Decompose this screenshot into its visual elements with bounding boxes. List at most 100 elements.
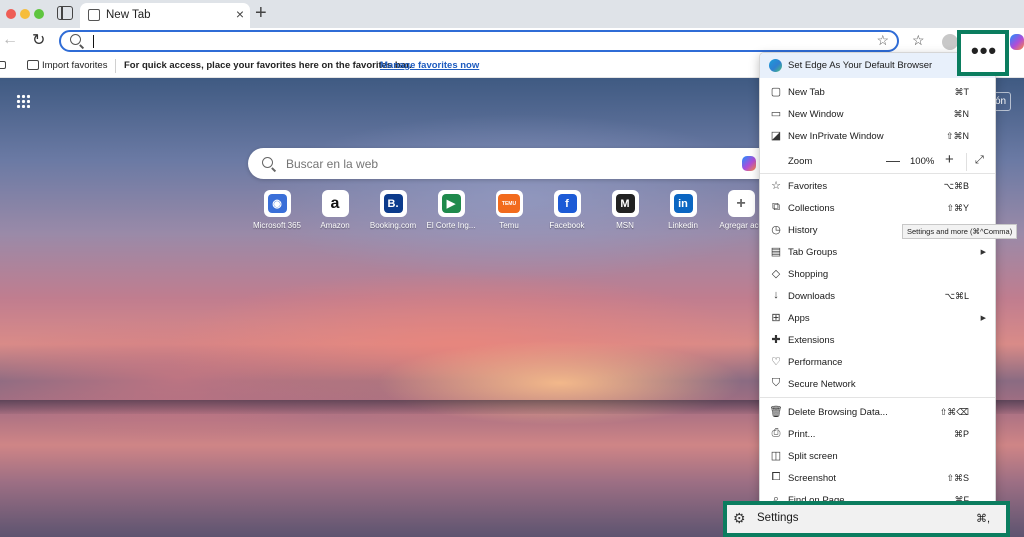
quick-link-item[interactable]: in Linkedin xyxy=(654,190,712,230)
menu-item-new-tab[interactable]: ▢ New Tab ⌘T xyxy=(760,82,995,104)
settings-and-more-button[interactable]: ••• xyxy=(957,30,1009,76)
menu-item-screenshot[interactable]: ⧠ Screenshot ⇧⌘S xyxy=(760,468,995,490)
zoom-divider xyxy=(966,153,967,171)
quick-link-item[interactable]: M MSN xyxy=(596,190,654,230)
copilot-icon[interactable] xyxy=(1010,34,1024,50)
menu-item-new-window[interactable]: ▭ New Window ⌘N xyxy=(760,104,995,126)
menu-item-downloads[interactable]: ↓ Downloads ⌥⌘L xyxy=(760,286,995,308)
new-tab-icon: ▢ xyxy=(770,86,782,98)
zoom-level: 100% xyxy=(910,156,935,167)
quick-link-tile[interactable]: ▶ xyxy=(437,190,465,217)
quick-link-item[interactable]: a Amazon xyxy=(306,190,364,230)
menu-item-new-inprivate[interactable]: ◪ New InPrivate Window ⇧⌘N xyxy=(760,126,995,148)
close-tab-icon[interactable]: × xyxy=(236,6,244,22)
back-button[interactable]: ← xyxy=(2,31,18,49)
fullscreen-icon[interactable]: ⤢ xyxy=(975,154,984,167)
quick-link-logo-icon: ◉ xyxy=(267,194,287,213)
favorites-icon[interactable]: ☆ xyxy=(912,32,925,49)
tab-strip: New Tab × + xyxy=(0,0,1024,28)
split-screen-icon: ◫ xyxy=(770,450,782,462)
menu-item-favorites[interactable]: ☆ Favorites ⌥⌘B xyxy=(760,176,995,198)
quick-link-item[interactable]: TEMU Temu xyxy=(480,190,538,230)
print-icon: ⎙ xyxy=(771,427,781,439)
menu-divider xyxy=(760,173,995,174)
set-default-browser-label: Set Edge As Your Default Browser xyxy=(788,60,933,71)
quick-link-logo-icon: M xyxy=(615,194,635,213)
quick-link-label: Facebook xyxy=(549,221,585,230)
shopping-icon: ◇ xyxy=(771,268,781,280)
new-tab-button[interactable]: + xyxy=(255,2,267,25)
menu-item-split-screen[interactable]: ◫ Split screen xyxy=(760,446,995,468)
web-search-box[interactable] xyxy=(248,148,778,179)
reload-button[interactable]: ↻ xyxy=(32,30,45,50)
menu-item-label: Tab Groups xyxy=(788,247,838,258)
quick-link-label: Booking.com xyxy=(369,221,417,230)
quick-link-item[interactable]: ◉ Microsoft 365 xyxy=(248,190,306,230)
menu-item-label: Favorites xyxy=(788,181,828,192)
web-search-icon xyxy=(262,157,273,168)
manage-favorites-link[interactable]: Manage favorites now xyxy=(380,60,479,71)
favorites-folder-icon[interactable] xyxy=(0,61,6,69)
address-bar[interactable]: ☆ xyxy=(59,30,899,52)
maximize-window-button[interactable] xyxy=(34,9,44,19)
tab-title: New Tab xyxy=(106,9,151,21)
quick-link-label: Microsoft 365 xyxy=(252,221,302,230)
new-window-icon: ▭ xyxy=(770,108,782,120)
collections-icon: ⧉ xyxy=(772,201,780,213)
quick-link-tile[interactable]: ◉ xyxy=(263,190,291,217)
menu-item-tab-groups[interactable]: ▤ Tab Groups ▶ xyxy=(760,242,995,264)
extensions-icon: ✚ xyxy=(771,334,781,346)
quick-link-logo-icon: a xyxy=(330,194,340,212)
menu-item-print[interactable]: ⎙ Print... ⌘P xyxy=(760,424,995,446)
quick-link-tile[interactable]: a xyxy=(321,190,349,217)
downloads-icon: ↓ xyxy=(773,289,779,301)
apps-icon: ⊞ xyxy=(771,312,781,324)
minimize-window-button[interactable] xyxy=(20,9,30,19)
import-favorites-button[interactable]: Import favorites xyxy=(42,60,107,71)
quick-link-item[interactable]: f Facebook xyxy=(538,190,596,230)
quick-link-item[interactable]: B. Booking.com xyxy=(364,190,422,230)
zoom-in-button[interactable]: + xyxy=(945,151,954,168)
web-search-input[interactable] xyxy=(286,156,726,172)
quick-link-item[interactable]: ▶ El Corte Ing... xyxy=(422,190,480,230)
menu-item-shopping[interactable]: ◇ Shopping xyxy=(760,264,995,286)
quick-link-logo-icon: in xyxy=(673,194,693,213)
quick-link-tile[interactable]: M xyxy=(611,190,639,217)
menu-item-collections[interactable]: ⧉ Collections ⇧⌘Y xyxy=(760,198,995,220)
add-favorite-star-icon[interactable]: ☆ xyxy=(876,32,889,49)
menu-item-extensions[interactable]: ✚ Extensions xyxy=(760,330,995,352)
quick-link-tile[interactable]: B. xyxy=(379,190,407,217)
quick-link-tile[interactable]: f xyxy=(553,190,581,217)
zoom-out-button[interactable]: — xyxy=(886,152,900,168)
address-input[interactable] xyxy=(89,33,859,49)
tab-actions-icon[interactable] xyxy=(57,6,73,20)
text-caret xyxy=(93,35,94,48)
quick-link-tile[interactable]: + xyxy=(727,190,755,217)
menu-item-label: Collections xyxy=(788,203,835,214)
performance-icon: ♡ xyxy=(771,356,781,368)
quick-link-tile[interactable]: TEMU xyxy=(495,190,523,217)
secure-network-icon: ⛉ xyxy=(771,377,781,389)
menu-divider xyxy=(760,397,995,398)
menu-item-performance[interactable]: ♡ Performance xyxy=(760,352,995,374)
menu-item-label: Shopping xyxy=(788,269,829,280)
close-window-button[interactable] xyxy=(6,9,16,19)
menu-item-shortcut: ⌘N xyxy=(953,109,970,119)
submenu-arrow-icon: ▶ xyxy=(980,249,986,256)
menu-item-apps[interactable]: ⊞ Apps ▶ xyxy=(760,308,995,330)
quick-link-logo-icon: B. xyxy=(383,194,403,213)
copilot-search-icon[interactable] xyxy=(742,156,756,171)
tab-new-tab[interactable]: New Tab × xyxy=(80,3,250,28)
menu-item-secure-network[interactable]: ⛉ Secure Network xyxy=(760,374,995,396)
quick-link-tile[interactable]: in xyxy=(669,190,697,217)
menu-item-shortcut: ⇧⌘⌫ xyxy=(939,407,969,417)
app-launcher-icon[interactable] xyxy=(16,94,30,108)
menu-item-label: Downloads xyxy=(788,291,835,302)
menu-item-label: Delete Browsing Data... xyxy=(788,407,888,418)
settings-menu-item[interactable]: ⚙ Settings ⌘, xyxy=(723,501,1010,537)
profile-avatar[interactable] xyxy=(942,34,958,50)
more-options-icon: ••• xyxy=(971,38,998,63)
menu-item-label: New Window xyxy=(788,109,844,120)
menu-item-label: Split screen xyxy=(788,451,838,462)
menu-item-delete-browsing-data[interactable]: 🗑 Delete Browsing Data... ⇧⌘⌫ xyxy=(760,402,995,424)
